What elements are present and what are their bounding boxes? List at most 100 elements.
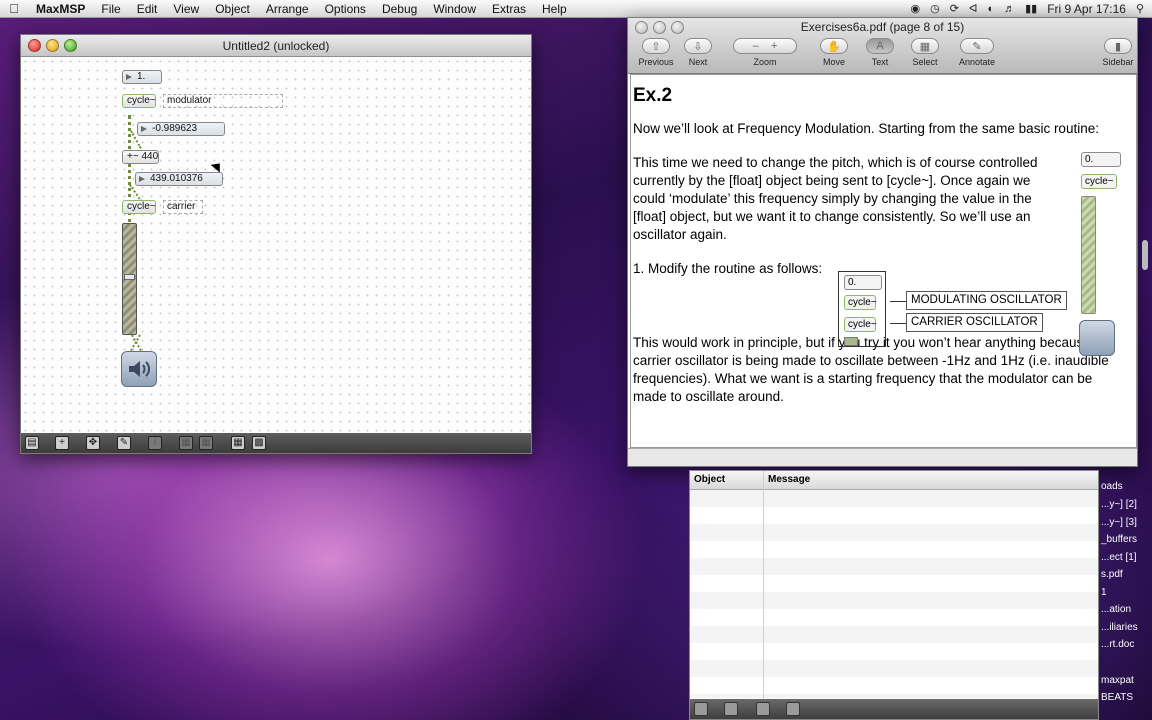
annotate-button[interactable]: ✎ Annotate — [954, 38, 1000, 67]
menu-edit[interactable]: Edit — [129, 2, 166, 16]
clear-icon[interactable] — [694, 702, 708, 716]
add-object-icon[interactable]: + — [55, 436, 69, 450]
bluetooth-icon[interactable]: ᐊ — [969, 2, 977, 15]
figure-fm-routine: 0. cycle~ cycle~ MODULATING OSCILLATOR C… — [838, 271, 1068, 347]
desktop-item[interactable]: _buffers — [1101, 534, 1137, 545]
figure-speaker-icon — [1079, 320, 1115, 356]
select-icon: ▦ — [911, 38, 939, 54]
desktop-item[interactable]: ...ation — [1101, 604, 1131, 615]
previous-button[interactable]: ⇧ Previous — [636, 38, 676, 67]
pdf-page[interactable]: Ex.2 Now we’ll look at Frequency Modulat… — [630, 74, 1137, 448]
sidebar-icon: ▮ — [1104, 38, 1132, 54]
select-label: Select — [912, 57, 938, 67]
figure-cycle-object: cycle~ — [1081, 174, 1117, 189]
menu-window[interactable]: Window — [425, 2, 484, 16]
pencil-icon: ✎ — [960, 38, 994, 54]
menu-debug[interactable]: Debug — [374, 2, 425, 16]
figure-fm-cycle-car: cycle~ — [844, 317, 877, 332]
wifi-icon[interactable]: ◐ — [987, 3, 994, 15]
minimize-window-button[interactable] — [46, 39, 59, 52]
column-object[interactable]: Object — [690, 471, 764, 489]
desktop-item[interactable]: ...rt.doc — [1101, 639, 1134, 650]
next-arrow-icon: ⇩ — [684, 38, 712, 54]
sync-icon[interactable]: ⟳ — [950, 2, 959, 15]
previous-label: Previous — [638, 57, 674, 67]
label-modulating-oscillator: MODULATING OSCILLATOR — [906, 291, 1067, 310]
console-header: Object Message — [690, 471, 1098, 490]
move-tool-button[interactable]: ✋ Move — [816, 38, 852, 67]
gain-slider[interactable] — [122, 223, 137, 335]
back-arrow-icon[interactable] — [786, 702, 800, 716]
close-window-button[interactable] — [28, 39, 41, 52]
ezdac-speaker-button[interactable] — [121, 351, 157, 387]
desktop-item[interactable]: ...y~] [3] — [1101, 517, 1137, 528]
move-icon[interactable]: ✥ — [86, 436, 100, 450]
pdf-scrollbar[interactable] — [1140, 60, 1150, 440]
previous-arrow-icon: ⇧ — [642, 38, 670, 54]
desktop-item[interactable]: 1 — [1101, 587, 1107, 598]
select-tool-button[interactable]: ▦ Select — [907, 38, 943, 67]
inspector-icon[interactable]: i — [148, 436, 162, 450]
menu-file[interactable]: File — [93, 2, 128, 16]
desktop-item[interactable]: ...iliaries — [1101, 622, 1138, 633]
next-button[interactable]: ⇩ Next — [678, 38, 718, 67]
modulator-output-number[interactable]: -0.989623 — [137, 122, 225, 136]
arrow-mod — [890, 301, 906, 302]
align-icon[interactable]: ▦ — [179, 436, 193, 450]
column-message[interactable]: Message — [764, 471, 814, 489]
battery-icon[interactable]: ▮▮ — [1025, 2, 1037, 15]
apple-menu-icon[interactable]:  — [0, 1, 28, 16]
volume-icon[interactable]: ♬ — [1004, 3, 1015, 15]
cycle-modulator-object[interactable]: cycle~ — [122, 94, 156, 108]
menu-help[interactable]: Help — [534, 2, 575, 16]
clock-icon[interactable] — [724, 702, 738, 716]
figure-fm-number: 0. — [844, 275, 882, 290]
lock-icon[interactable]: ▤ — [25, 436, 39, 450]
text-label: Text — [871, 57, 889, 67]
spotlight-icon[interactable]: ⚲ — [1136, 2, 1144, 15]
text-tool-button[interactable]: A Text — [862, 38, 898, 67]
gain-slider-knob[interactable] — [124, 274, 135, 280]
modulator-comment[interactable]: modulator — [163, 94, 283, 108]
menu-options[interactable]: Options — [317, 2, 374, 16]
menubar-clock[interactable]: Fri 9 Apr 17:16 — [1047, 2, 1126, 16]
edit-icon[interactable]: ✎ — [117, 436, 131, 450]
menu-arrange[interactable]: Arrange — [258, 2, 317, 16]
max-window-title: Untitled2 (unlocked) — [222, 39, 330, 53]
cycle-carrier-object[interactable]: cycle~ — [122, 200, 156, 214]
time-machine-icon[interactable]: ◷ — [930, 2, 940, 15]
preview-toolbar: Exercises6a.pdf (page 8 of 15) ⇧ Previou… — [628, 18, 1137, 74]
desktop-item[interactable]: s.pdf — [1101, 569, 1123, 580]
screen-record-icon[interactable]: ◉ — [911, 2, 921, 15]
max-console-window: Object Message — [689, 470, 1099, 720]
paragraph-pitch: This time we need to change the pitch, w… — [633, 155, 1038, 242]
console-rows[interactable] — [690, 490, 1098, 698]
carrier-comment[interactable]: carrier — [163, 200, 203, 214]
desktop-item[interactable]: oads — [1101, 481, 1123, 492]
desktop-item[interactable]: maxpat — [1101, 675, 1134, 686]
max-window-titlebar: Untitled2 (unlocked) — [21, 35, 531, 57]
sidebar-button[interactable]: ▮ Sidebar — [1098, 38, 1138, 67]
menu-app[interactable]: MaxMSP — [28, 2, 93, 16]
paragraph-intro: Now we’ll look at Frequency Modulation. … — [633, 121, 1099, 136]
pdf-scroll-thumb[interactable] — [1142, 240, 1148, 270]
desktop-item[interactable]: BEATS — [1101, 692, 1133, 703]
desktop-item[interactable]: ...y~] [2] — [1101, 499, 1137, 510]
menu-view[interactable]: View — [165, 2, 207, 16]
zoom-window-button[interactable] — [64, 39, 77, 52]
desktop-item[interactable]: ...ect [1] — [1101, 552, 1137, 563]
menu-bar:  MaxMSP File Edit View Object Arrange O… — [0, 0, 1152, 18]
zoom-control[interactable]: – + Zoom — [728, 38, 802, 67]
figure-number-box: 0. — [1081, 152, 1121, 167]
plus-signal-object[interactable]: +~ 440 — [122, 150, 159, 164]
distribute-icon[interactable]: ▦ — [199, 436, 213, 450]
frequency-output-number[interactable]: 439.010376 — [135, 172, 223, 186]
menu-extras[interactable]: Extras — [484, 2, 534, 16]
presentation-icon[interactable]: ▩ — [252, 436, 266, 450]
info-icon[interactable] — [756, 702, 770, 716]
float-number-box[interactable]: 1. — [122, 70, 162, 84]
move-label: Move — [822, 57, 845, 67]
menu-object[interactable]: Object — [207, 2, 258, 16]
grid-icon[interactable]: ▦ — [231, 436, 245, 450]
patcher-canvas[interactable]: 1. cycle~ modulator -0.989623 +~ 440 439… — [21, 57, 531, 433]
